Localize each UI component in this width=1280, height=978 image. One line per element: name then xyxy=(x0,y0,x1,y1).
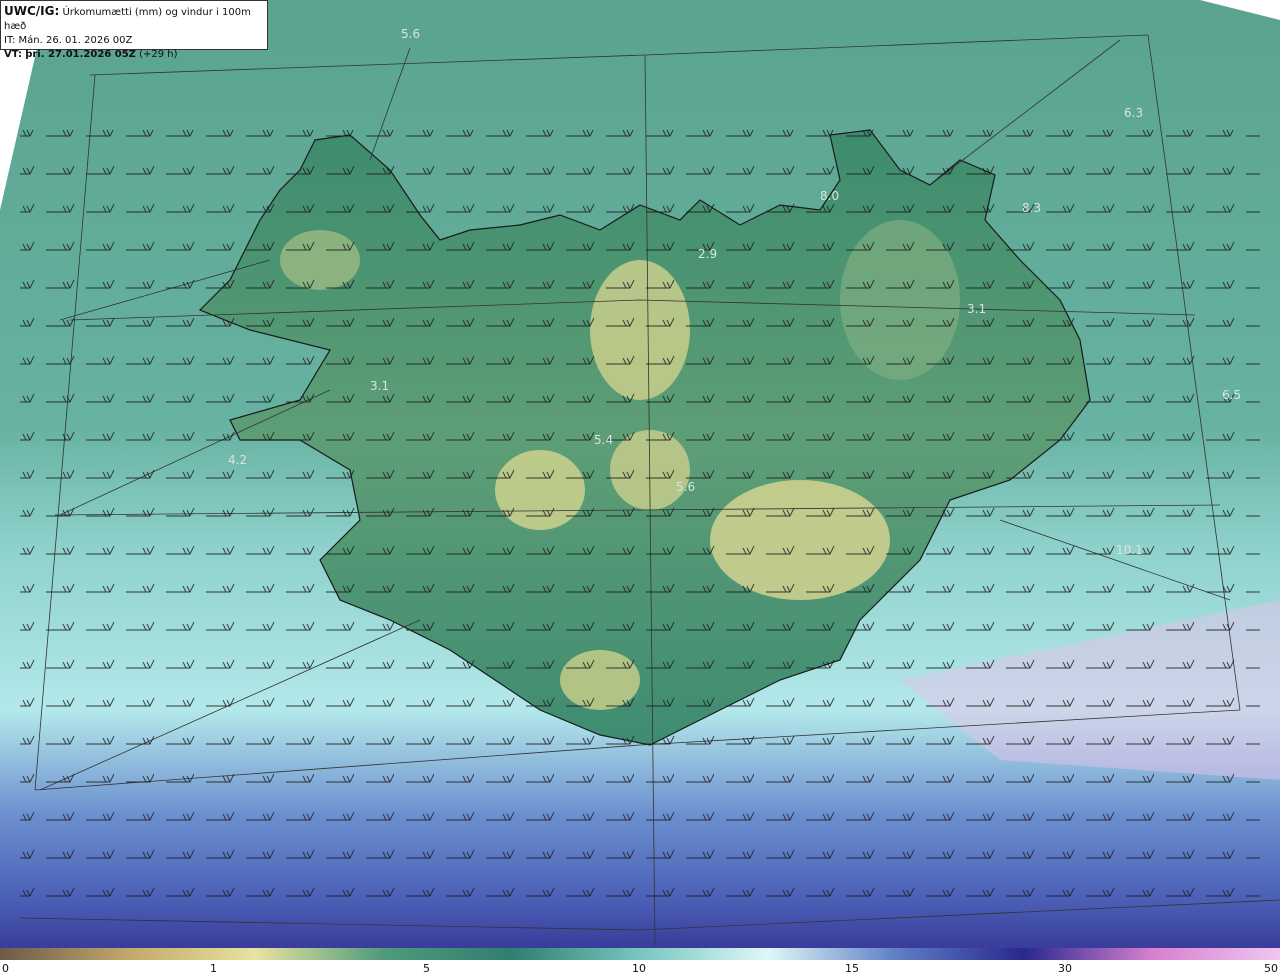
colorbar-tick: 0 xyxy=(2,962,9,975)
map-label: 5.4 xyxy=(594,433,613,447)
map-label: 2.9 xyxy=(698,247,717,261)
valid-time-line: VT: þri. 27.01.2026 05Z (+29 h) xyxy=(4,48,264,62)
map-label: 5.6 xyxy=(676,480,695,494)
map-label: 3.1 xyxy=(370,379,389,393)
map-label: 5.6 xyxy=(401,27,420,41)
colorbar-tick: 30 xyxy=(1058,962,1072,975)
map-label: 4.2 xyxy=(228,453,247,467)
colorbar-tick: 15 xyxy=(845,962,859,975)
map-label: 3.1 xyxy=(967,302,986,316)
map-label: 6.3 xyxy=(1124,106,1143,120)
wind-barbs xyxy=(20,130,1260,910)
colorbar-tick: 50 xyxy=(1264,962,1278,975)
init-time-line: IT: Mán. 26. 01. 2026 00Z xyxy=(4,34,264,48)
precipitation-wind-map: 5.6 6.3 8.0 8.3 3.1 6.5 10.1 5.4 5.6 4.2… xyxy=(0,0,1280,948)
colorbar-ticks: 0 1 5 10 15 30 50 xyxy=(0,962,1280,978)
colorbar-tick: 10 xyxy=(632,962,646,975)
map-label: 8.0 xyxy=(820,189,839,203)
vt-label: VT: xyxy=(4,49,23,60)
vt-value: þri. 27.01.2026 05Z xyxy=(25,49,136,60)
it-value: Mán. 26. 01. 2026 00Z xyxy=(18,35,133,46)
colorbar-tick: 5 xyxy=(423,962,430,975)
map-label: 8.3 xyxy=(1022,201,1041,215)
model-name: UWC/IG: xyxy=(4,4,60,18)
title-line: UWC/IG: Úrkomumætti (mm) og vindur i 100… xyxy=(4,4,264,34)
header-info-box: UWC/IG: Úrkomumætti (mm) og vindur i 100… xyxy=(0,0,268,60)
colorbar-tick: 1 xyxy=(210,962,217,975)
vt-offset: (+29 h) xyxy=(139,49,178,60)
colorbar xyxy=(0,948,1280,960)
it-label: IT: xyxy=(4,35,16,46)
map-label: 6.5 xyxy=(1222,388,1241,402)
map-label: 10.1 xyxy=(1116,543,1143,557)
